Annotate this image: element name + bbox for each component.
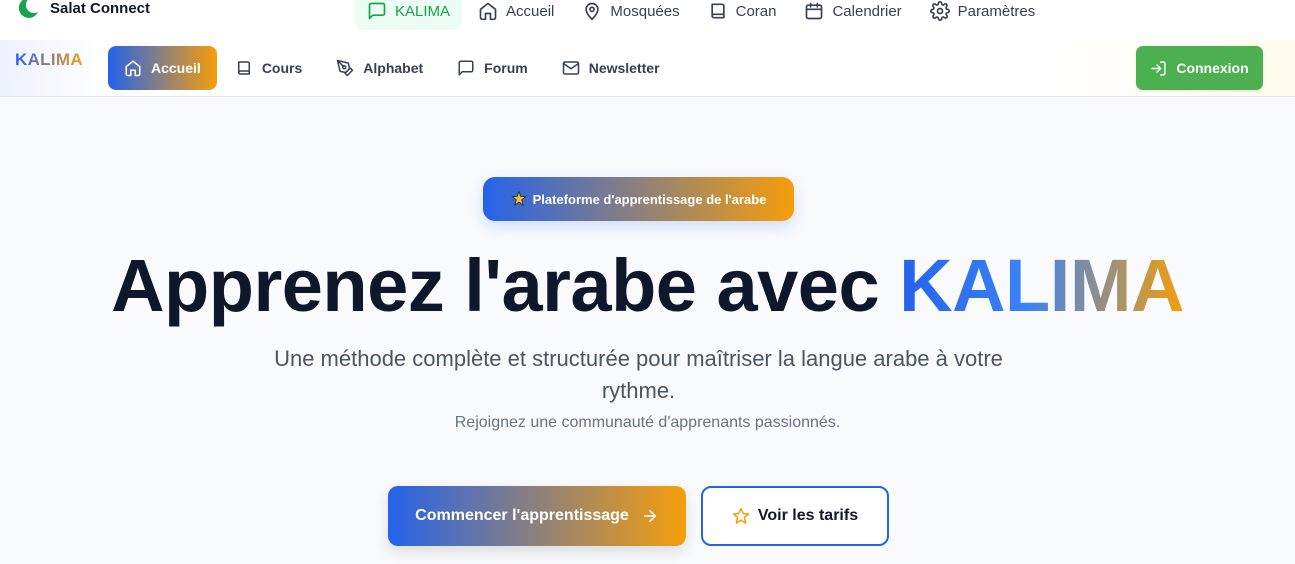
hero-subtitle: Une méthode complète et structurée pour …	[274, 346, 1003, 403]
topnav-item-accueil[interactable]: Accueil	[466, 0, 566, 30]
nav-item-newsletter[interactable]: Newsletter	[546, 46, 676, 90]
hero-subtext: Rejoignez une communauté d'apprenants pa…	[454, 414, 841, 431]
kalima-logo[interactable]: KALIMA	[15, 50, 83, 70]
nav-item-alphabet[interactable]: Alphabet	[320, 46, 439, 90]
chat-icon	[458, 60, 474, 76]
topnav-item-label: Accueil	[506, 2, 555, 20]
topnav-item-coran[interactable]: Coran	[696, 0, 789, 30]
star-outline-icon	[732, 507, 750, 524]
home-icon	[125, 60, 141, 77]
login-button[interactable]: Connexion	[1136, 46, 1263, 90]
platform-badge-label: Plateforme d'apprentissage de l'arabe	[532, 191, 767, 207]
log-in-icon	[1151, 60, 1166, 76]
book-icon	[237, 61, 250, 75]
start-learning-button[interactable]: Commencer l'apprentissage	[388, 486, 686, 546]
chat-icon	[368, 2, 386, 20]
topnav-item-label: KALIMA	[395, 2, 451, 20]
brand-name: Salat Connect	[50, 0, 151, 17]
nav-item-accueil[interactable]: Accueil	[108, 46, 217, 90]
nav-item-label: Newsletter	[588, 60, 660, 76]
topnav-item-label: Calendrier	[832, 2, 902, 20]
topnav-item-kalima[interactable]: KALIMA	[355, 0, 463, 30]
nav-item-label: Alphabet	[363, 60, 424, 76]
pen-icon	[337, 59, 354, 77]
kalima-nav-items: Accueil Cours Alphabet Forum Newsletter	[108, 46, 678, 90]
hero-title-accent: KALIMA	[899, 244, 1184, 327]
home-icon	[479, 2, 497, 21]
hero-title-text: Apprenez l'arabe avec	[111, 244, 900, 327]
brand[interactable]: Salat Connect	[16, 0, 150, 24]
nav-item-cours[interactable]: Cours	[219, 46, 318, 90]
login-button-label: Connexion	[1176, 60, 1249, 76]
topnav-item-mosquees[interactable]: Mosquées	[570, 0, 691, 30]
arrow-right-icon	[643, 510, 656, 522]
topnav-item-calendrier[interactable]: Calendrier	[792, 0, 913, 30]
kalima-navbar: KALIMA Accueil Cours Alphabet Forum News…	[0, 40, 1295, 97]
nav-item-label: Forum	[484, 60, 528, 76]
nav-item-label: Cours	[261, 60, 303, 76]
topnav-item-label: Paramètres	[957, 2, 1036, 20]
nav-item-forum[interactable]: Forum	[441, 46, 544, 90]
crescent-logo-icon	[18, 0, 38, 18]
platform-badge: Plateforme d'apprentissage de l'arabe	[483, 177, 794, 221]
top-nav: KALIMA Accueil Mosquées Coran Calendrier…	[355, 0, 1051, 30]
view-pricing-button[interactable]: Voir les tarifs	[701, 486, 889, 546]
topnav-item-label: Coran	[735, 2, 777, 20]
start-learning-label: Commencer l'apprentissage	[415, 507, 629, 524]
calendar-icon	[806, 2, 823, 20]
topnav-item-label: Mosquées	[610, 2, 680, 20]
book-icon	[710, 3, 725, 19]
topnav-item-parametres[interactable]: Paramètres	[918, 0, 1048, 30]
gear-icon	[929, 1, 950, 21]
nav-item-label: Accueil	[151, 60, 201, 76]
map-pin-icon	[585, 2, 600, 21]
top-app-bar: Salat Connect KALIMA Accueil Mosquées Co…	[0, 0, 1295, 40]
sparkle-star-icon	[510, 191, 527, 206]
view-pricing-label: Voir les tarifs	[757, 507, 859, 524]
mail-icon	[562, 61, 579, 75]
hero-title: Apprenez l'arabe avec KALIMA	[0, 243, 1295, 328]
